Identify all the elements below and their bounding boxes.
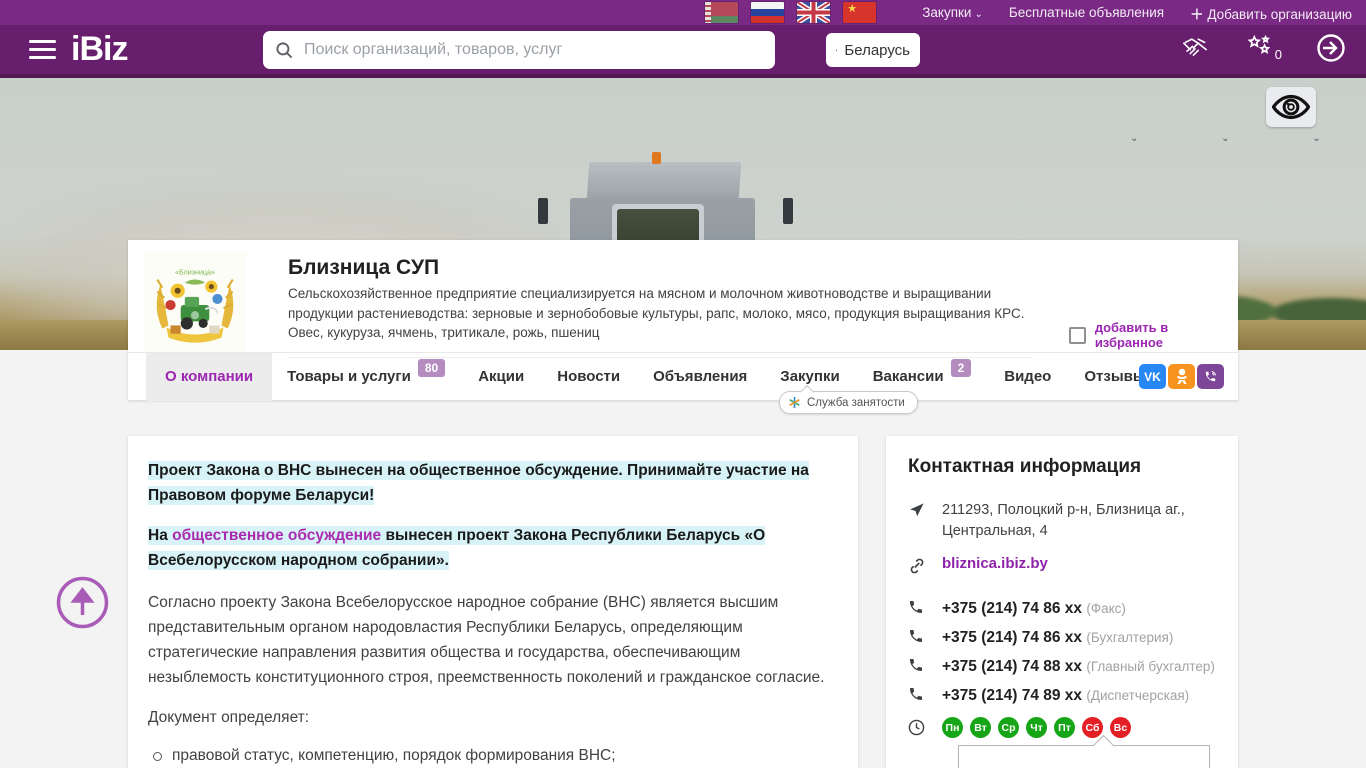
public-discussion-link[interactable]: общественное обсуждение	[172, 527, 381, 544]
viber-icon[interactable]	[1197, 364, 1224, 389]
phone-icon	[908, 655, 928, 678]
contact-title: Контактная информация	[908, 456, 1142, 477]
day-chip[interactable]: Ср	[998, 717, 1019, 738]
tab-vacancies-badge: 2	[950, 358, 972, 377]
article-paragraph-4: Документ определяет:	[148, 709, 310, 726]
accessibility-eye-button[interactable]	[1266, 87, 1316, 127]
header-icons: 0	[1179, 33, 1346, 63]
china-flag-icon[interactable]	[843, 2, 877, 23]
day-chip[interactable]: Пт	[1054, 717, 1075, 738]
phone-number[interactable]: +375 (214) 74 86 xx (Бухгалтерия)	[942, 626, 1173, 649]
phone-row: +375 (214) 74 86 xx (Факс)	[908, 597, 1216, 620]
article-list: правовой статус, компетенцию, порядок фо…	[148, 743, 838, 768]
map-pin-icon	[836, 49, 838, 51]
day-chip[interactable]: Вс	[1110, 717, 1131, 738]
employment-service-icon	[789, 396, 800, 409]
tab-news[interactable]: Новости	[557, 353, 620, 401]
day-chip[interactable]: Чт	[1026, 717, 1047, 738]
social-icons: VK	[1139, 364, 1224, 389]
search-input[interactable]	[304, 41, 763, 59]
company-logo[interactable]: «Близница»	[144, 252, 246, 354]
phone-icon	[908, 684, 928, 707]
tab-vacancies-label: Вакансии	[872, 368, 944, 385]
tab-products-label: Товары и услуги	[287, 368, 411, 385]
schedule-row: Пн Вт Ср Чт Пт Сб Вс	[908, 717, 1216, 768]
main-header: iBiz Беларусь 0	[0, 25, 1366, 78]
favorite-checkbox[interactable]	[1069, 326, 1086, 344]
address-row: 211293, Полоцкий р-н, Близница аг., Цент…	[908, 500, 1216, 542]
menu-hamburger-icon[interactable]	[29, 40, 56, 59]
about-article: Проект Закона о ВНС вынесен на обществен…	[128, 436, 858, 768]
top-bar: Закупки⌄ Бесплатные объявления ＋ Добавит…	[0, 0, 1366, 25]
tab-reviews[interactable]: Отзывы	[1084, 353, 1145, 401]
tab-video[interactable]: Видео	[1004, 353, 1051, 401]
tab-products-badge: 80	[417, 358, 446, 377]
article-paragraph-1: Проект Закона о ВНС вынесен на обществен…	[148, 461, 809, 505]
company-address: 211293, Полоцкий р-н, Близница аг., Цент…	[942, 502, 1185, 539]
tab-promotions[interactable]: Акции	[478, 353, 524, 401]
phone-row: +375 (214) 74 88 xx (Главный бухгалтер)	[908, 655, 1216, 678]
favorites-count: 0	[1274, 47, 1282, 62]
ibiz-logo[interactable]: iBiz	[71, 30, 128, 69]
russia-flag-icon[interactable]	[751, 2, 785, 23]
phone-label: (Бухгалтерия)	[1086, 630, 1174, 645]
add-organization-link[interactable]: ＋ Добавить организацию	[1190, 3, 1352, 23]
phone-number[interactable]: +375 (214) 74 86 xx (Факс)	[942, 597, 1126, 620]
search-bar	[263, 31, 775, 69]
phone-label: (Главный бухгалтер)	[1086, 659, 1215, 674]
eye-icon	[1272, 94, 1310, 120]
company-name: Близница СУП	[288, 256, 440, 279]
favorites-stars-icon[interactable]: 0	[1245, 34, 1282, 62]
phone-row: +375 (214) 74 86 xx (Бухгалтерия)	[908, 626, 1216, 649]
procurement-menu[interactable]: Закупки ⌄	[922, 5, 983, 20]
clock-icon	[908, 717, 928, 741]
birds: ⌄ ⌄ ⌄	[1130, 133, 1361, 144]
website-row: bliznica.ibiz.by	[908, 555, 1216, 580]
language-flags	[705, 2, 877, 23]
belarus-flag-icon[interactable]	[705, 2, 739, 23]
scroll-to-top-button[interactable]	[55, 575, 110, 630]
uk-flag-icon[interactable]	[797, 2, 831, 23]
plus-icon: ＋	[1190, 6, 1208, 22]
location-label: Беларусь	[844, 41, 910, 59]
contact-info-panel: Контактная информация 211293, Полоцкий р…	[886, 436, 1238, 768]
partners-handshake-icon[interactable]	[1179, 35, 1211, 61]
vacancies-tooltip-text: Служба занятости	[807, 396, 905, 409]
day-chip[interactable]: Пн	[942, 717, 963, 738]
login-icon[interactable]	[1316, 33, 1346, 63]
company-card: «Близница» Близница СУП Сельскохозяйстве…	[128, 240, 1238, 401]
phone-label: (Диспетчерская)	[1086, 688, 1190, 703]
tab-ads[interactable]: Объявления	[653, 353, 747, 401]
link-chain-icon	[908, 555, 928, 580]
article-paragraph-3: Согласно проекту Закона Всебелорусское н…	[148, 594, 825, 686]
article-paragraph-2: На общественное обсуждение вынесен проек…	[148, 526, 766, 570]
company-tabs: О компании Товары и услуги 80 Акции Новос…	[128, 352, 1238, 401]
phone-number[interactable]: +375 (214) 74 88 xx (Главный бухгалтер)	[942, 655, 1215, 678]
phone-icon	[908, 626, 928, 649]
phone-number[interactable]: +375 (214) 74 89 xx (Диспетчерская)	[942, 684, 1189, 707]
location-button[interactable]: Беларусь	[826, 33, 920, 67]
ok-icon[interactable]	[1168, 364, 1195, 389]
free-ads-link[interactable]: Бесплатные объявления	[1009, 5, 1164, 20]
navigation-arrow-icon	[908, 500, 928, 524]
vacancies-tooltip: Служба занятости	[779, 391, 918, 414]
schedule-tooltip	[958, 745, 1210, 768]
phone-label: (Факс)	[1086, 601, 1126, 616]
vk-icon[interactable]: VK	[1139, 364, 1166, 389]
day-chip[interactable]: Сб	[1082, 717, 1103, 738]
favorite-label: добавить в избранное	[1094, 320, 1169, 350]
phone-icon	[908, 597, 928, 620]
search-icon	[276, 41, 293, 58]
arrow-up-icon	[56, 576, 109, 629]
tab-about[interactable]: О компании	[146, 352, 273, 401]
company-description: Сельскохозяйственное предприятие специал…	[288, 284, 1032, 358]
list-item: правовой статус, компетенцию, порядок фо…	[148, 743, 838, 768]
add-to-favorites[interactable]: добавить в избранное	[1069, 320, 1238, 350]
tab-products[interactable]: Товары и услуги 80	[287, 353, 446, 401]
company-website-link[interactable]: bliznica.ibiz.by	[942, 555, 1048, 572]
svg-text:«Близница»: «Близница»	[175, 268, 215, 276]
day-chip[interactable]: Вт	[970, 717, 991, 738]
chevron-down-icon: ⌄	[974, 9, 983, 20]
phone-row: +375 (214) 74 89 xx (Диспетчерская)	[908, 684, 1216, 707]
